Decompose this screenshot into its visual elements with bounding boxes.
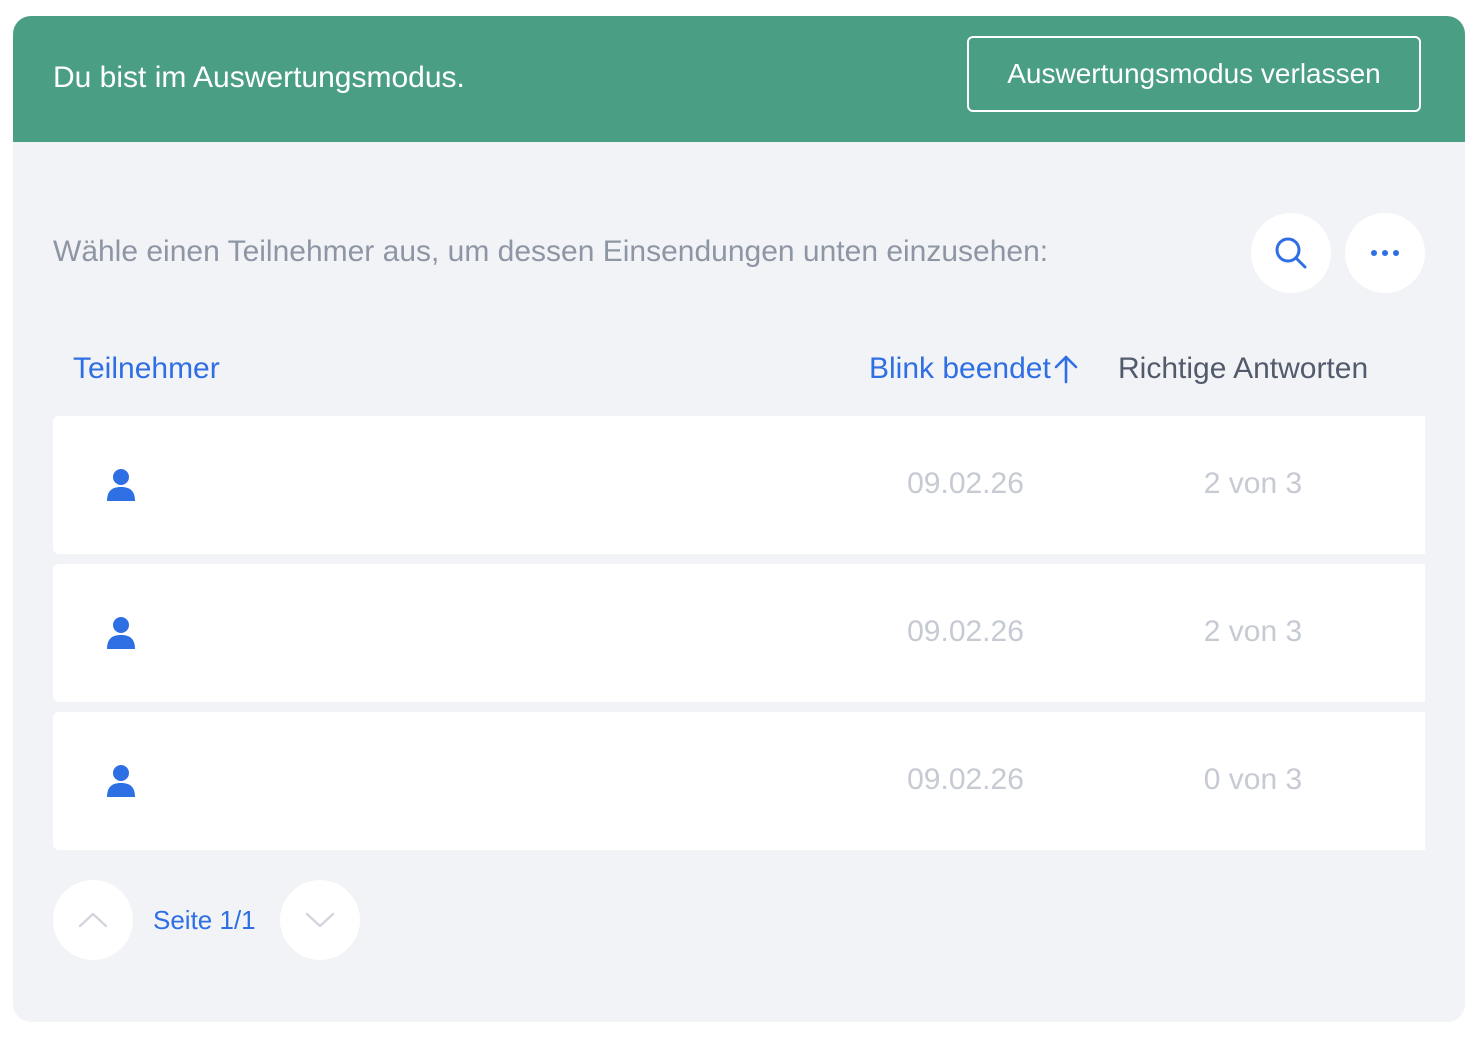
finished-date: 09.02.26	[907, 763, 1024, 796]
finished-date: 09.02.26	[907, 615, 1024, 648]
search-icon	[1275, 237, 1307, 269]
correct-answers-value: 2 von 3	[1203, 615, 1303, 648]
evaluation-panel: Du bist im Auswertungsmodus. Auswertungs…	[13, 16, 1465, 1022]
arrow-up-icon	[1054, 355, 1078, 384]
previous-page-button[interactable]	[53, 880, 133, 960]
participant-row[interactable]: 09.02.26 0 von 3	[53, 712, 1425, 850]
search-button[interactable]	[1251, 213, 1331, 293]
column-header-finished-label: Blink beendet	[869, 352, 1051, 385]
banner-text: Du bist im Auswertungsmodus.	[53, 61, 465, 94]
user-icon	[107, 469, 135, 501]
more-options-button[interactable]	[1345, 213, 1425, 293]
correct-answers-value: 2 von 3	[1203, 467, 1303, 500]
page-indicator: Seite 1/1	[153, 905, 256, 935]
column-header-correct-answers[interactable]: Richtige Antworten	[1118, 351, 1368, 387]
correct-answers-value: 0 von 3	[1203, 763, 1303, 796]
column-header-participant[interactable]: Teilnehmer	[73, 351, 220, 387]
instruction-text: Wähle einen Teilnehmer aus, um dessen Ei…	[53, 235, 1049, 268]
next-page-button[interactable]	[280, 880, 360, 960]
user-icon	[107, 765, 135, 797]
participant-row[interactable]: 09.02.26 2 von 3	[53, 416, 1425, 554]
user-icon	[107, 617, 135, 649]
more-horizontal-icon	[1371, 250, 1399, 256]
chevron-up-icon	[78, 912, 108, 928]
evaluation-mode-banner: Du bist im Auswertungsmodus. Auswertungs…	[13, 16, 1465, 142]
exit-evaluation-mode-button[interactable]: Auswertungsmodus verlassen	[967, 36, 1421, 112]
chevron-down-icon	[305, 912, 335, 928]
participant-row[interactable]: 09.02.26 2 von 3	[53, 564, 1425, 702]
finished-date: 09.02.26	[907, 467, 1024, 500]
column-header-finished[interactable]: Blink beendet	[869, 351, 1079, 387]
